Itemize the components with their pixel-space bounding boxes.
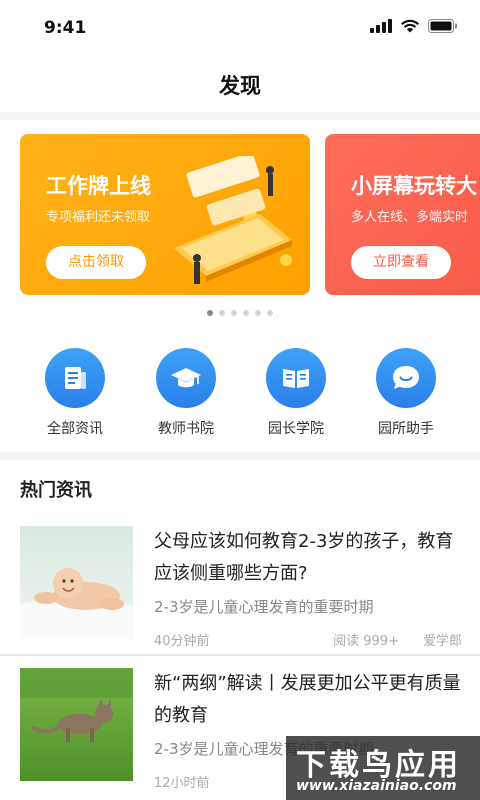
banner-work-badge[interactable]: 工作牌上线 专项福利还未领取 点击领取 bbox=[20, 134, 310, 295]
news-thumbnail-kitten bbox=[20, 668, 133, 781]
news-item[interactable]: 父母应该如何教育2-3岁的孩子，教育应该侧重哪些方面? 2-3岁是儿童心理发育的… bbox=[0, 526, 480, 656]
divider bbox=[0, 112, 480, 120]
watermark-en: www.xiazainiao.com bbox=[296, 778, 457, 794]
claim-button[interactable]: 点击领取 bbox=[46, 246, 146, 279]
status-time: 9:41 bbox=[44, 18, 87, 38]
wifi-icon bbox=[401, 19, 419, 33]
carousel-dot[interactable] bbox=[255, 310, 261, 316]
phone-illustration bbox=[174, 156, 292, 284]
page-title: 发现 bbox=[219, 74, 261, 98]
news-thumbnail-baby bbox=[20, 526, 133, 639]
shortcut-principal-academy[interactable]: 园长学院 bbox=[246, 348, 346, 438]
banner-subtitle: 多人在线、多端实时 bbox=[351, 210, 469, 225]
section-title: 热门资讯 bbox=[20, 480, 92, 501]
news-meta: 40分钟前 阅读 999+ 爱学郎 bbox=[154, 630, 464, 649]
banner-title: 工作牌上线 bbox=[46, 174, 151, 198]
divider bbox=[0, 654, 480, 656]
carousel-dot[interactable] bbox=[243, 310, 249, 316]
news-time: 40分钟前 bbox=[154, 634, 210, 649]
shortcut-label: 园所助手 bbox=[378, 421, 434, 437]
carousel-dot[interactable] bbox=[219, 310, 225, 316]
graduation-cap-icon bbox=[156, 348, 216, 408]
open-book-icon bbox=[266, 348, 326, 408]
shortcut-label: 园长学院 bbox=[268, 421, 324, 437]
shortcut-label: 全部资讯 bbox=[47, 421, 103, 437]
shortcut-label: 教师书院 bbox=[158, 421, 214, 437]
carousel-dot[interactable] bbox=[207, 310, 213, 316]
chat-bubble-icon bbox=[376, 348, 436, 408]
status-bar: 9:41 bbox=[0, 0, 480, 56]
status-icons bbox=[370, 19, 458, 33]
signal-icon bbox=[370, 19, 392, 33]
banner-subtitle: 专项福利还未领取 bbox=[46, 210, 151, 225]
news-desc: 2-3岁是儿童心理发育的重要时期 bbox=[154, 598, 374, 616]
watermark: 下载鸟应用 www.xiazainiao.com bbox=[286, 736, 480, 800]
document-icon bbox=[45, 348, 105, 408]
carousel-dot[interactable] bbox=[231, 310, 237, 316]
news-title: 父母应该如何教育2-3岁的孩子，教育应该侧重哪些方面? bbox=[154, 531, 454, 584]
news-time: 12小时前 bbox=[154, 776, 210, 791]
divider bbox=[0, 452, 480, 460]
news-title: 新“两纲”解读丨发展更加公平更有质量的教育 bbox=[154, 673, 461, 726]
carousel-dot[interactable] bbox=[267, 310, 273, 316]
shortcut-grid: 全部资讯 教师书院 园长学院 园所助手 bbox=[0, 348, 480, 438]
shortcut-all-news[interactable]: 全部资讯 bbox=[25, 348, 125, 438]
battery-icon bbox=[428, 19, 457, 33]
news-source: 爱学郎 bbox=[422, 634, 462, 649]
shortcut-teacher-academy[interactable]: 教师书院 bbox=[136, 348, 236, 438]
banner-title: 小屏幕玩转大 bbox=[351, 174, 477, 198]
carousel-dots bbox=[0, 310, 480, 316]
view-now-button[interactable]: 立即查看 bbox=[351, 246, 451, 279]
banner-small-screen[interactable]: 小屏幕玩转大 多人在线、多端实时 立即查看 bbox=[325, 134, 480, 295]
shortcut-kindergarten-assistant[interactable]: 园所助手 bbox=[356, 348, 456, 438]
news-reads: 阅读 999+ bbox=[333, 634, 399, 649]
